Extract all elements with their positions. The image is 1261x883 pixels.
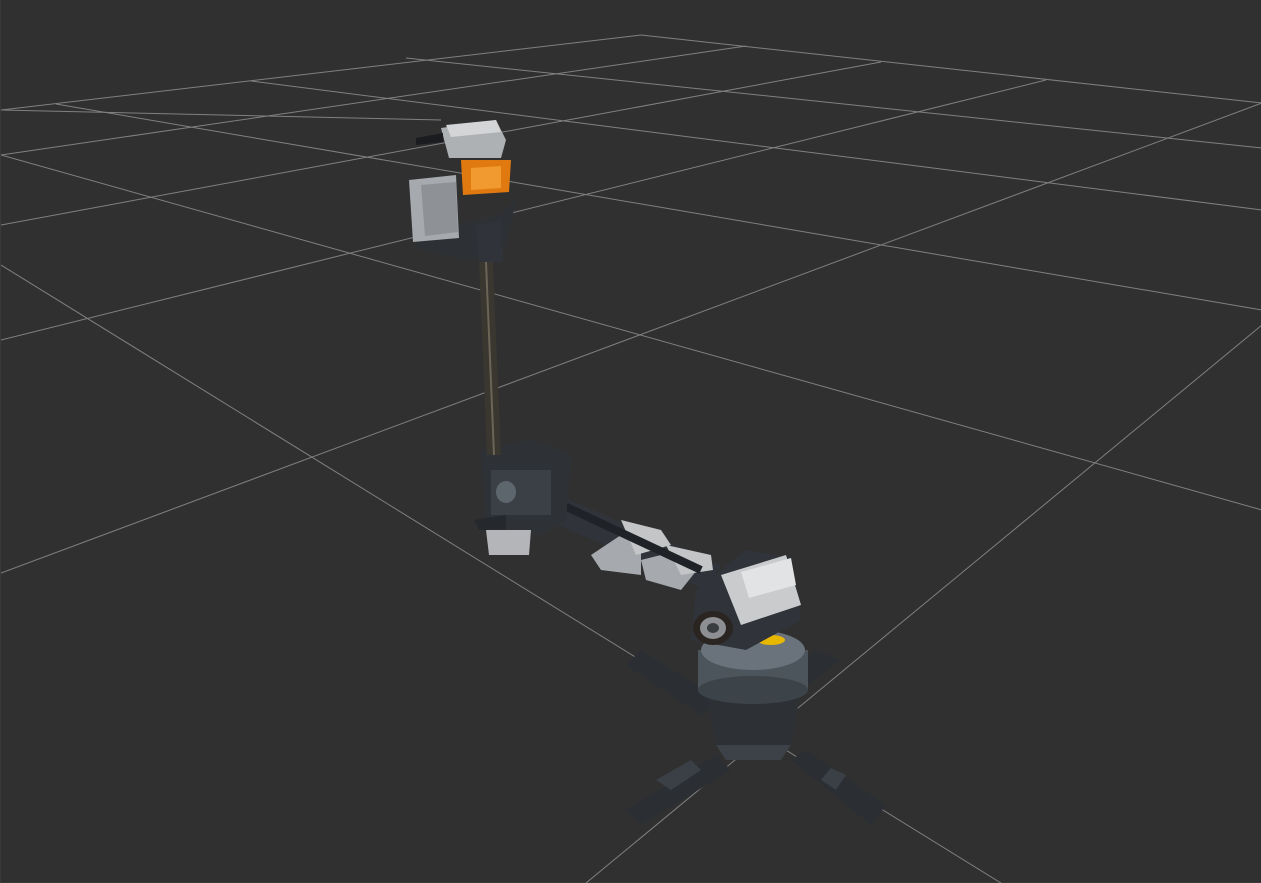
robot-upper-rod <box>479 261 501 456</box>
ground-grid <box>1 34 1261 883</box>
3d-render-viewport[interactable] <box>0 0 1261 883</box>
robot-arm-model[interactable] <box>409 120 886 825</box>
robot-wrist <box>409 120 516 262</box>
robot-elbow <box>474 440 571 555</box>
robot-base-column <box>698 630 808 760</box>
scene-canvas[interactable] <box>1 0 1261 883</box>
